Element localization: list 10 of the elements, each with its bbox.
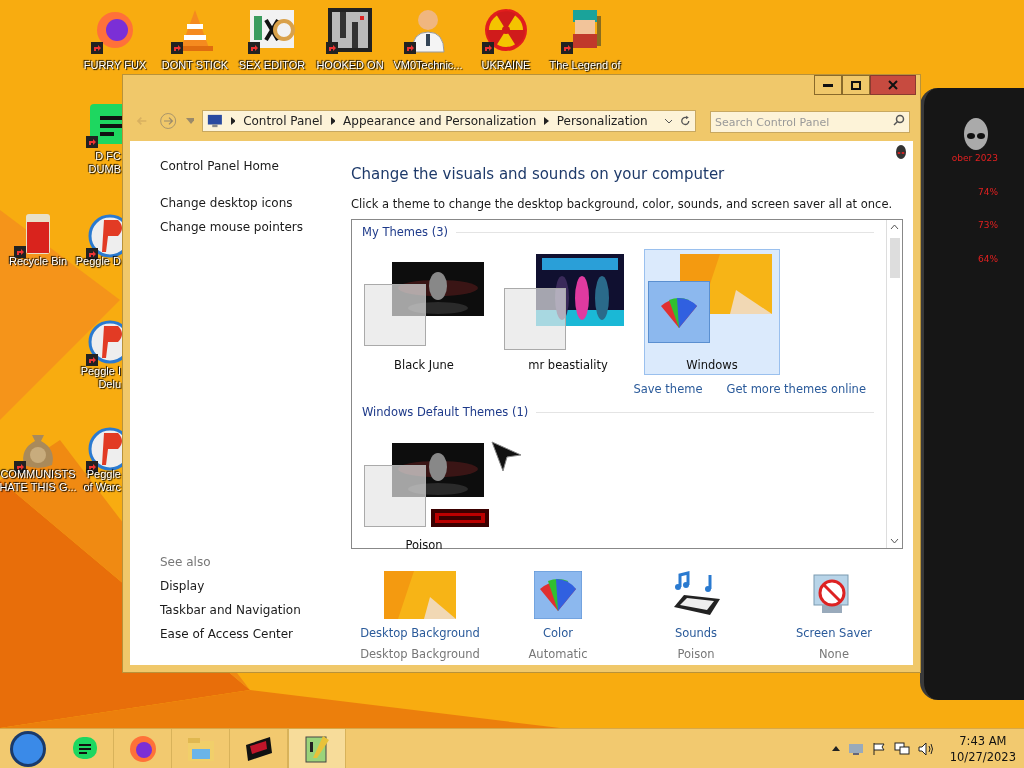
firefox-icon	[128, 734, 157, 763]
show-hidden-icons-icon[interactable]	[831, 746, 840, 751]
notepad-icon	[303, 733, 331, 764]
network-icon[interactable]	[893, 741, 910, 756]
flag-icon[interactable]	[871, 741, 886, 756]
clock[interactable]: 7:43 AM 10/27/2023	[949, 732, 1016, 765]
cassette-icon	[243, 734, 274, 763]
start-orb-icon	[9, 729, 47, 768]
network-icon[interactable]	[847, 741, 864, 756]
speaker-icon[interactable]	[917, 741, 934, 756]
